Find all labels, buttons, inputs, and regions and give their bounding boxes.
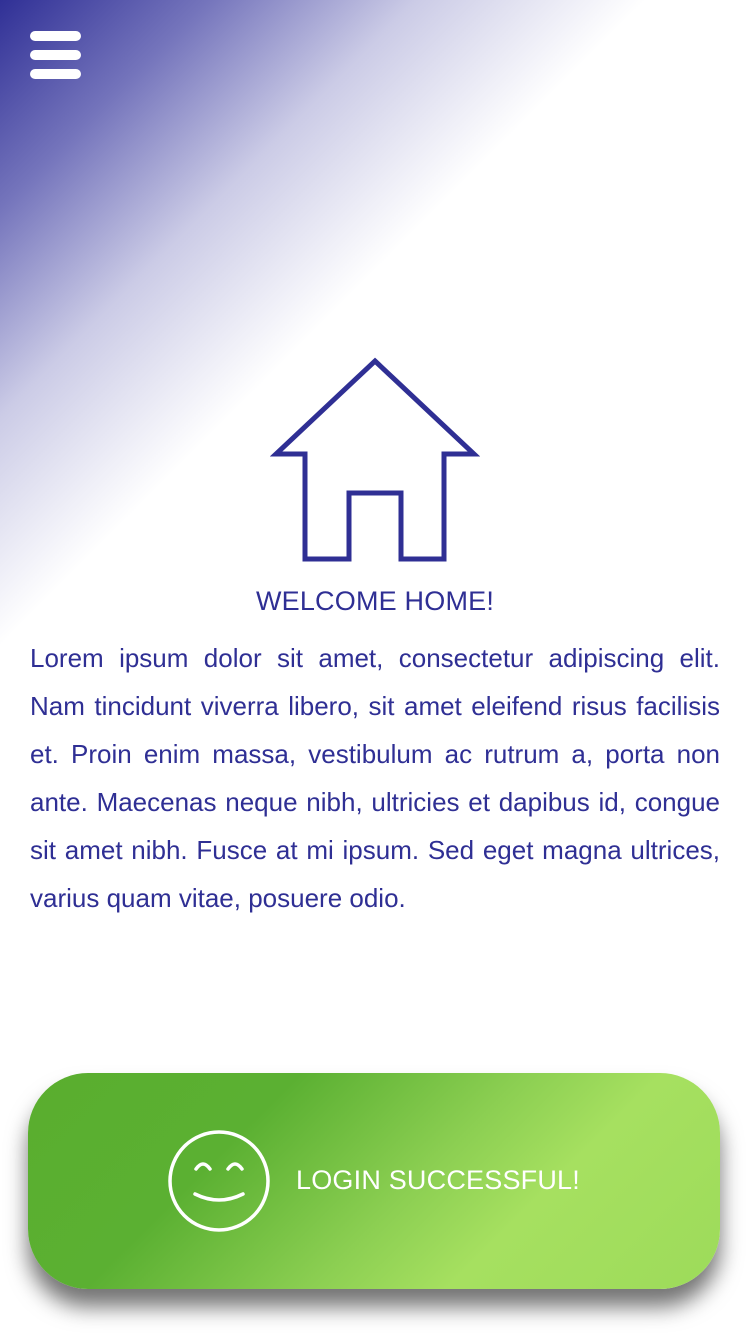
login-success-banner[interactable]: LOGIN SUCCESSFUL! [28, 1073, 720, 1289]
page-title: WELCOME HOME! [255, 586, 495, 616]
smiley-face-icon [168, 1130, 270, 1232]
menu-bar [30, 31, 81, 41]
home-screen: WELCOME HOME! Lorem ipsum dolor sit amet… [0, 0, 750, 1334]
menu-bar [30, 50, 81, 60]
house-icon [270, 357, 480, 562]
login-success-label: LOGIN SUCCESSFUL! [296, 1165, 580, 1195]
hamburger-menu-icon[interactable] [30, 31, 82, 79]
body-text: Lorem ipsum dolor sit amet, consectetur … [30, 643, 720, 913]
menu-bar [30, 69, 81, 79]
